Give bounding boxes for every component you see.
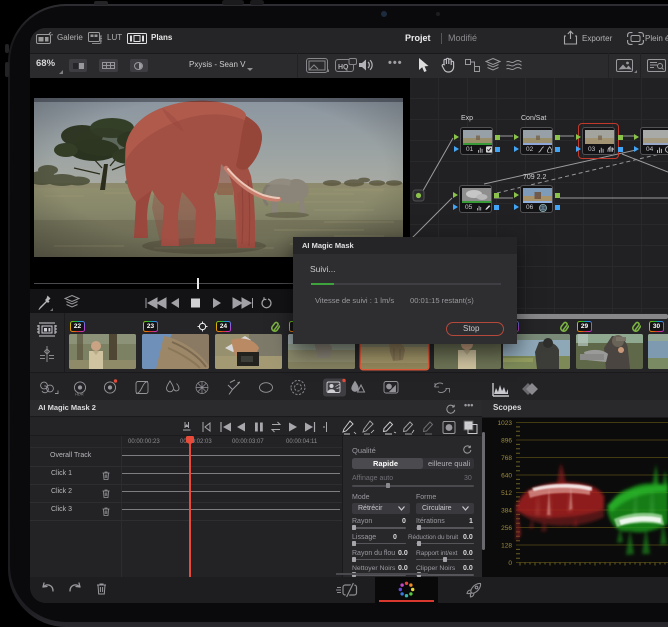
svg-text:896: 896 — [501, 438, 512, 445]
svg-text:256: 256 — [501, 525, 512, 532]
svg-text:HDR: HDR — [75, 392, 84, 397]
svg-text:1023: 1023 — [498, 420, 513, 427]
svg-text:768: 768 — [501, 455, 512, 462]
svg-text:512: 512 — [501, 490, 512, 497]
svg-text:640: 640 — [501, 473, 512, 480]
svg-text:HQ: HQ — [338, 64, 349, 71]
svg-text:0: 0 — [508, 560, 512, 567]
svg-text:384: 384 — [501, 508, 512, 515]
svg-text:128: 128 — [501, 543, 512, 550]
